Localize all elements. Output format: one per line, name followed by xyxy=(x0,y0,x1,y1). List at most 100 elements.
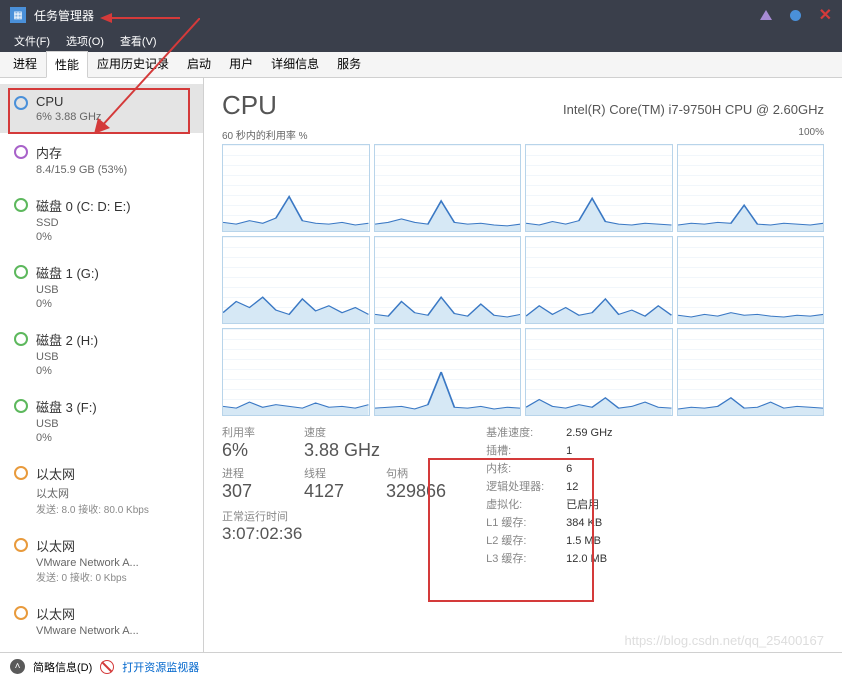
sidebar-cpu-sub: 6% 3.88 GHz xyxy=(36,111,195,123)
cpu-chart-grid xyxy=(222,144,824,416)
window-controls: ✕ xyxy=(760,5,832,25)
sidebar-eth0-sub: 以太网 xyxy=(36,485,195,501)
titlebar: ▦ 任务管理器 ✕ xyxy=(0,0,842,30)
sidebar-item-disk0[interactable]: 磁盘 0 (C: D: E:) SSD 0% xyxy=(0,186,203,253)
proc-value: 307 xyxy=(222,481,282,502)
cpu-core-chart xyxy=(677,328,825,416)
sidebar-disk3-title: 磁盘 3 (F:) xyxy=(36,397,195,416)
collapse-icon[interactable]: ˄ xyxy=(10,659,25,674)
cpu-core-chart xyxy=(525,328,673,416)
cpu-core-chart xyxy=(374,236,522,324)
proc-label: 进程 xyxy=(222,465,282,481)
ethernet-ring-icon xyxy=(14,538,28,552)
minimize-icon[interactable] xyxy=(760,10,772,20)
cpu-core-chart xyxy=(374,144,522,232)
cpu-core-chart xyxy=(222,328,370,416)
cpu-spec-table: 基准速度:2.59 GHz 插槽:1 内核:6 逻辑处理器:12 虚拟化:已启用… xyxy=(486,424,612,568)
uptime-label: 正常运行时间 xyxy=(222,508,446,524)
app-icon: ▦ xyxy=(10,7,26,23)
menu-options[interactable]: 选项(O) xyxy=(60,31,110,51)
handle-label: 句柄 xyxy=(386,465,446,481)
disk-ring-icon xyxy=(14,332,28,346)
window-title: 任务管理器 xyxy=(34,7,94,24)
chart-label: 60 秒内的利用率 % xyxy=(222,127,308,142)
util-value: 6% xyxy=(222,440,282,461)
sidebar-mem-sub: 8.4/15.9 GB (53%) xyxy=(36,164,195,176)
speed-label: 速度 xyxy=(304,424,380,440)
cpu-model: Intel(R) Core(TM) i7-9750H CPU @ 2.60GHz xyxy=(563,102,824,117)
thread-value: 4127 xyxy=(304,481,364,502)
cpu-core-chart xyxy=(525,144,673,232)
sidebar-eth1-detail: 发送: 0 接收: 0 Kbps xyxy=(36,569,195,584)
disk-ring-icon xyxy=(14,198,28,212)
sidebar-disk0-pct: 0% xyxy=(36,231,195,243)
tab-performance[interactable]: 性能 xyxy=(46,51,88,78)
resource-monitor-link[interactable]: 打开资源监视器 xyxy=(122,659,199,675)
cpu-core-chart xyxy=(222,236,370,324)
sidebar-disk3-pct: 0% xyxy=(36,432,195,444)
sidebar-disk0-title: 磁盘 0 (C: D: E:) xyxy=(36,196,195,215)
tab-users[interactable]: 用户 xyxy=(220,50,262,77)
sidebar-disk1-sub: USB xyxy=(36,284,195,296)
disk-ring-icon xyxy=(14,399,28,413)
sidebar-item-eth2[interactable]: 以太网 VMware Network A... xyxy=(0,594,203,647)
performance-content: CPU Intel(R) Core(TM) i7-9750H CPU @ 2.6… xyxy=(204,78,842,652)
menubar: 文件(F) 选项(O) 查看(V) xyxy=(0,30,842,52)
sidebar-cpu-title: CPU xyxy=(36,94,195,109)
maximize-icon[interactable] xyxy=(790,10,801,21)
sidebar-item-disk3[interactable]: 磁盘 3 (F:) USB 0% xyxy=(0,387,203,454)
sidebar-eth2-sub: VMware Network A... xyxy=(36,625,195,637)
thread-label: 线程 xyxy=(304,465,364,481)
sidebar-item-disk1[interactable]: 磁盘 1 (G:) USB 0% xyxy=(0,253,203,320)
tab-startup[interactable]: 启动 xyxy=(178,50,220,77)
brief-info-link[interactable]: 简略信息(D) xyxy=(33,659,92,675)
sidebar-disk2-title: 磁盘 2 (H:) xyxy=(36,330,195,349)
cpu-core-chart xyxy=(222,144,370,232)
memory-ring-icon xyxy=(14,145,28,159)
sidebar-mem-title: 内存 xyxy=(36,143,195,162)
chart-max: 100% xyxy=(798,127,824,142)
tab-processes[interactable]: 进程 xyxy=(4,50,46,77)
sidebar-item-memory[interactable]: 内存 8.4/15.9 GB (53%) xyxy=(0,133,203,186)
sidebar-disk2-pct: 0% xyxy=(36,365,195,377)
sidebar-item-disk2[interactable]: 磁盘 2 (H:) USB 0% xyxy=(0,320,203,387)
cpu-core-chart xyxy=(677,236,825,324)
tab-app-history[interactable]: 应用历史记录 xyxy=(88,50,178,77)
sidebar-item-cpu[interactable]: CPU 6% 3.88 GHz xyxy=(0,84,203,133)
util-label: 利用率 xyxy=(222,424,282,440)
sidebar-eth2-title: 以太网 xyxy=(36,604,195,623)
sidebar-item-eth0[interactable]: 以太网 以太网 发送: 8.0 接收: 80.0 Kbps xyxy=(0,454,203,526)
sidebar-disk1-title: 磁盘 1 (G:) xyxy=(36,263,195,282)
disk-ring-icon xyxy=(14,265,28,279)
tabbar: 进程 性能 应用历史记录 启动 用户 详细信息 服务 xyxy=(0,52,842,78)
tab-services[interactable]: 服务 xyxy=(328,50,370,77)
cpu-core-chart xyxy=(374,328,522,416)
sidebar-disk0-sub: SSD xyxy=(36,217,195,229)
speed-value: 3.88 GHz xyxy=(304,440,380,461)
sidebar-item-eth1[interactable]: 以太网 VMware Network A... 发送: 0 接收: 0 Kbps xyxy=(0,526,203,594)
sidebar-eth1-sub: VMware Network A... xyxy=(36,557,195,569)
handle-value: 329866 xyxy=(386,481,446,502)
tab-details[interactable]: 详细信息 xyxy=(262,50,328,77)
sidebar-disk1-pct: 0% xyxy=(36,298,195,310)
ethernet-ring-icon xyxy=(14,606,28,620)
sidebar-eth0-detail: 发送: 8.0 接收: 80.0 Kbps xyxy=(36,501,195,516)
close-icon[interactable]: ✕ xyxy=(819,5,832,25)
cpu-stats: 利用率 6% 速度 3.88 GHz 进程 307 线程 412 xyxy=(222,424,824,568)
footer: ˄ 简略信息(D) 打开资源监视器 xyxy=(0,652,842,680)
cpu-ring-icon xyxy=(14,96,28,110)
cpu-core-chart xyxy=(677,144,825,232)
cpu-core-chart xyxy=(525,236,673,324)
main-area: CPU 6% 3.88 GHz 内存 8.4/15.9 GB (53%) 磁盘 … xyxy=(0,78,842,652)
cpu-heading: CPU xyxy=(222,90,277,121)
sidebar: CPU 6% 3.88 GHz 内存 8.4/15.9 GB (53%) 磁盘 … xyxy=(0,78,204,652)
uptime-value: 3:07:02:36 xyxy=(222,524,446,544)
sidebar-eth1-title: 以太网 xyxy=(36,536,195,555)
sidebar-disk2-sub: USB xyxy=(36,351,195,363)
menu-file[interactable]: 文件(F) xyxy=(8,31,56,51)
sidebar-eth0-title: 以太网 xyxy=(36,464,195,483)
menu-view[interactable]: 查看(V) xyxy=(114,31,163,51)
forbidden-icon xyxy=(100,660,114,674)
sidebar-disk3-sub: USB xyxy=(36,418,195,430)
ethernet-ring-icon xyxy=(14,466,28,480)
